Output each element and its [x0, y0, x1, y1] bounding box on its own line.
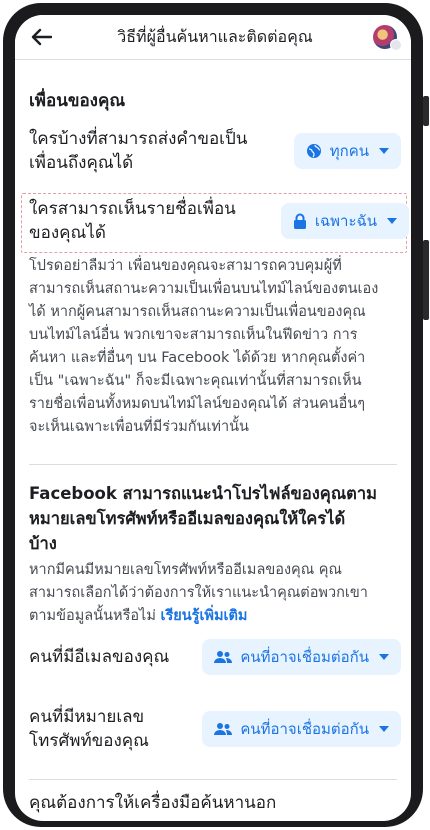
page-title: วิธีที่ผู้อื่นค้นหาและติดต่อคุณ — [117, 26, 313, 46]
description-line: ตามข้อมูลนั้นหรือไม่ เรียนรู้เพิ่มเติม — [29, 605, 399, 628]
chevron-down-icon — [387, 218, 397, 224]
friend-request-audience-value: ทุกคน — [329, 142, 369, 160]
phone-lookup-audience-button[interactable]: คนที่อาจเชื่อมต่อกัน — [202, 711, 401, 747]
learn-more-link[interactable]: เรียนรู้เพิ่มเติม — [161, 608, 248, 624]
search-engine-label: คุณต้องการให้เครื่องมือค้นหานอก — [29, 793, 277, 813]
description-line: สามารถเลือกได้ว่าต้องการให้เราแนะนำคุณต่… — [29, 585, 368, 601]
top-bar: วิธีที่ผู้อื่นค้นหาและติดต่อคุณ — [15, 15, 411, 60]
lookup-heading-line3: บ้าง — [29, 534, 57, 553]
description-line: รายชื่อเพื่อนทั้งหมดบนไทม์ไลน์ของคุณได้ … — [29, 396, 365, 412]
email-lookup-label: คนที่มีอีเมลของคุณ — [29, 647, 170, 667]
friend-list-row: ใครสามารถเห็นรายชื่อเพื่อน ของคุณได้ เฉพ… — [29, 197, 409, 245]
side-button-right-upper — [423, 96, 429, 126]
description-line: สามารถเห็นสถานะความเป็นเพื่อนบนไทม์ไลน์ข… — [29, 281, 379, 297]
chevron-down-icon — [379, 654, 389, 660]
description-line: ค้นหา และที่อื่นๆ บน Facebook ได้ด้วย หา… — [29, 350, 366, 366]
side-button-right-lower — [423, 240, 429, 320]
back-button[interactable] — [21, 15, 61, 59]
description-line: บนไทม์ไลน์อื่น พวกเขาจะสามารถเห็นในฟีดข่… — [29, 327, 358, 343]
chevron-down-icon — [379, 726, 389, 732]
friend-list-audience-button[interactable]: เฉพาะฉัน — [280, 203, 409, 239]
email-lookup-row: คนที่มีอีเมลของคุณ คนที่อาจเชื่อมต่อกัน — [29, 639, 401, 675]
description-line: ได้ หากผู้คนสามารถเห็นสถานะความเป็นเพื่อ… — [29, 304, 366, 320]
email-lookup-audience-button[interactable]: คนที่อาจเชื่อมต่อกัน — [202, 639, 401, 675]
description-line: เป็น "เฉพาะฉัน" ก็จะมีเฉพาะคุณเท่านั้นที… — [29, 373, 362, 389]
lookup-description: หากมีคนมีหมายเลขโทรศัพท์หรืออีเมลของคุณ … — [29, 559, 399, 628]
phone-lookup-audience-value: คนที่อาจเชื่อมต่อกัน — [240, 720, 369, 738]
friend-request-label-line1: ใครบ้างที่สามารถส่งคำขอเป็น — [29, 129, 248, 149]
description-text: ตามข้อมูลนั้นหรือไม่ — [29, 608, 156, 624]
back-arrow-icon — [31, 28, 52, 46]
people-icon — [214, 722, 233, 736]
section-heading-friends: เพื่อนของคุณ — [29, 91, 126, 111]
globe-icon — [306, 143, 322, 159]
section-divider — [29, 464, 397, 465]
screen: วิธีที่ผู้อื่นค้นหาและติดต่อคุณ เพื่อนขอ… — [15, 15, 411, 821]
email-lookup-audience-value: คนที่อาจเชื่อมต่อกัน — [240, 648, 369, 666]
friend-list-label-line2: ของคุณได้ — [29, 223, 106, 243]
avatar[interactable] — [373, 25, 402, 51]
section-divider — [29, 779, 397, 780]
friend-request-label-line2: เพื่อนถึงคุณได้ — [29, 153, 134, 173]
phone-lookup-row: คนที่มีหมายเลข โทรศัพท์ของคุณ คนที่อาจเช… — [29, 705, 401, 753]
lookup-heading-line2: หมายเลขโทรศัพท์หรืออีเมลของคุณให้ใครได้ — [29, 509, 346, 528]
description-line: หากมีคนมีหมายเลขโทรศัพท์หรืออีเมลของคุณ … — [29, 562, 342, 578]
friend-list-label-line1: ใครสามารถเห็นรายชื่อเพื่อน — [29, 199, 236, 219]
description-line: จะเห็นเฉพาะเพื่อนที่มีร่วมกันเท่านั้น — [29, 419, 249, 435]
friend-list-label: ใครสามารถเห็นรายชื่อเพื่อน ของคุณได้ — [29, 197, 236, 245]
friend-request-label: ใครบ้างที่สามารถส่งคำขอเป็น เพื่อนถึงคุณ… — [29, 127, 247, 175]
lock-icon — [293, 213, 307, 229]
people-icon — [214, 650, 233, 664]
phone-lookup-label: คนที่มีหมายเลข โทรศัพท์ของคุณ — [29, 705, 149, 753]
phone-lookup-label-line1: คนที่มีหมายเลข — [29, 707, 145, 727]
description-line: โปรดอย่าลืมว่า เพื่อนของคุณจะสามารถควบคุ… — [29, 258, 342, 274]
section-heading-lookup: Facebook สามารถแนะนำโปรไฟล์ของคุณตาม หมา… — [15, 481, 391, 556]
friend-request-row: ใครบ้างที่สามารถส่งคำขอเป็น เพื่อนถึงคุณ… — [29, 127, 401, 175]
friend-request-audience-button[interactable]: ทุกคน — [293, 133, 401, 169]
friend-list-description: โปรดอย่าลืมว่า เพื่อนของคุณจะสามารถควบคุ… — [29, 255, 399, 439]
friend-list-audience-value: เฉพาะฉัน — [314, 212, 377, 230]
phone-lookup-label-line2: โทรศัพท์ของคุณ — [29, 731, 149, 751]
chevron-down-icon — [379, 148, 389, 154]
lookup-heading-line1: Facebook สามารถแนะนำโปรไฟล์ของคุณตาม — [29, 484, 377, 503]
